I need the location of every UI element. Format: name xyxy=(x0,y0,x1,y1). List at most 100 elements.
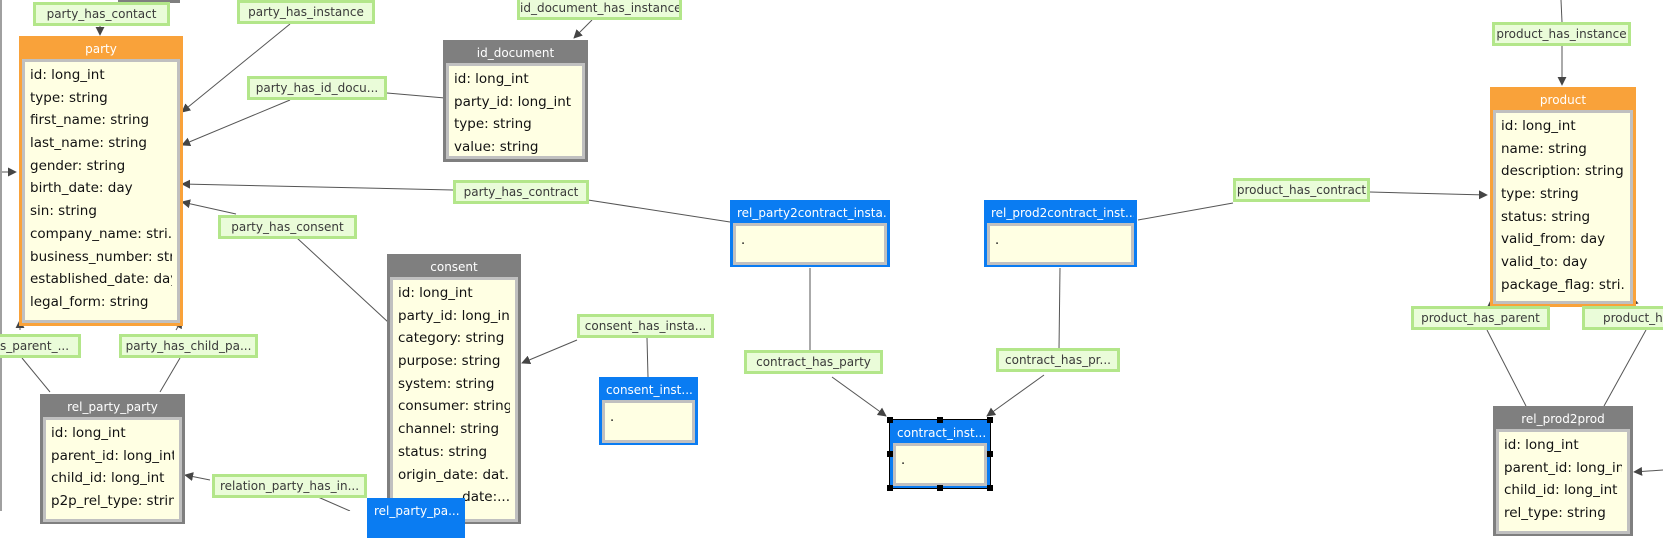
edge-party-has-parent-b xyxy=(21,357,51,393)
attribute: party_id: long_int xyxy=(454,93,572,110)
relationship-party-has-id-document[interactable]: party_has_id_docu... xyxy=(247,76,387,100)
entity-title: consent_inst... xyxy=(606,383,693,397)
entity-title: rel_party_pa... xyxy=(374,504,460,518)
attribute: id: long_int xyxy=(30,67,105,83)
attribute: last_name: string xyxy=(30,135,147,152)
attribute: package_flag: stri... xyxy=(1501,276,1625,293)
relationship-relation-party-has-instance[interactable]: relation_party_has_in... xyxy=(212,474,367,498)
attribute: party_id: long_int xyxy=(398,307,510,324)
attribute: company_name: stri... xyxy=(30,225,172,242)
entity-title: rel_party2contract_insta... xyxy=(737,206,887,220)
entity-consent[interactable]: consent id: long_int party_id: long_int … xyxy=(387,254,521,524)
attribute: channel: string xyxy=(398,421,500,438)
resize-handle-s[interactable] xyxy=(937,485,943,491)
entity-title: consent xyxy=(430,260,478,274)
resize-handle-ne[interactable] xyxy=(987,417,993,423)
attribute: business_number: str... xyxy=(30,248,172,265)
entity-title: rel_prod2contract_inst... xyxy=(991,206,1134,220)
attribute: system: string xyxy=(398,375,495,392)
relationship-consent-has-instance[interactable]: consent_has_insta... xyxy=(577,314,714,338)
entity-title: id_document xyxy=(476,46,555,60)
attribute: . xyxy=(741,233,746,248)
entity-rel-prod2contract-instance[interactable]: rel_prod2contract_inst... . xyxy=(984,200,1137,267)
attribute: first_name: string xyxy=(30,112,150,129)
entity-attributes: . xyxy=(893,443,987,486)
entity-consent-instance[interactable]: consent_inst... . xyxy=(599,377,698,445)
entity-product[interactable]: product id: long_int name: string descri… xyxy=(1490,87,1636,307)
edge-consent-has-instance-a xyxy=(521,339,578,365)
attribute: valid_from: day xyxy=(1501,231,1606,248)
attribute: . xyxy=(995,233,1000,248)
relationship-product-has-parent[interactable]: product_has_parent xyxy=(1411,306,1550,330)
entity-attributes: id: long_int party_id: long_int category… xyxy=(390,277,518,522)
entity-rel-party-pa[interactable]: rel_party_pa... xyxy=(367,498,465,538)
entity-title: party xyxy=(85,42,117,56)
attribute: consumer: string xyxy=(398,398,510,415)
attribute: child_id: long_int xyxy=(1504,482,1618,499)
edge-party-has-consent-a xyxy=(181,199,237,215)
attribute: type: string xyxy=(454,116,532,133)
resize-handle-se[interactable] xyxy=(987,485,993,491)
er-diagram-canvas[interactable]: party id: long_int type: string first_na… xyxy=(0,0,1663,538)
edge-contract-has-party xyxy=(831,376,887,417)
attribute: child_id: long_int xyxy=(51,470,165,487)
relationship-party-has-consent[interactable]: party_has_consent xyxy=(218,215,357,239)
edge-party-has-id-doc-b xyxy=(386,92,446,99)
relationship-party-has-contact[interactable]: party_has_contact xyxy=(33,2,170,26)
relationship-contract-has-party[interactable]: contract_has_party xyxy=(744,350,883,374)
attribute: parent_id: long_int xyxy=(1504,459,1622,476)
attribute: id: long_int xyxy=(1504,437,1579,453)
attribute: id: long_int xyxy=(454,71,529,87)
attribute: id: long_int xyxy=(51,425,126,441)
relationship-id-document-has-instance[interactable]: id_document_has_instance xyxy=(517,0,682,20)
edge-party-has-consent-b xyxy=(296,237,389,323)
entity-attributes: id: long_int name: string description: s… xyxy=(1493,110,1633,304)
attribute: id: long_int xyxy=(1501,118,1576,134)
entity-party[interactable]: party id: long_int type: string first_na… xyxy=(19,36,183,326)
entity-rel-prod2prod[interactable]: rel_prod2prod id: long_int parent_id: lo… xyxy=(1493,406,1633,536)
entity-attributes: . xyxy=(733,223,887,265)
attribute: rel_type: string xyxy=(1504,505,1606,522)
resize-handle-e[interactable] xyxy=(987,451,993,457)
relationship-product-has-instance[interactable]: product_has_instance xyxy=(1492,22,1631,46)
relationship-party-has-contract[interactable]: party_has_contract xyxy=(453,180,589,204)
entity-title: contract_inst... xyxy=(897,426,987,440)
entity-title: product xyxy=(1539,93,1587,107)
attribute: birth_date: day xyxy=(30,180,133,197)
entity-title: rel_party_party xyxy=(67,400,158,414)
entity-attributes: id: long_int parent_id: long_int child_i… xyxy=(1496,429,1630,534)
resize-handle-nw[interactable] xyxy=(887,417,893,423)
relationship-contract-has-product[interactable]: contract_has_pr... xyxy=(996,348,1120,372)
edge-prod2contract-contract-has-product xyxy=(1058,267,1061,350)
attribute: established_date: day xyxy=(30,271,172,288)
entity-rel-party2contract-instance[interactable]: rel_party2contract_insta... . xyxy=(730,200,890,267)
attribute: name: string xyxy=(1501,140,1587,157)
edge-rel-prod2prod-in xyxy=(1633,466,1663,476)
entity-title: rel_prod2prod xyxy=(1521,412,1605,426)
edge-party-has-contract-b xyxy=(587,199,731,223)
relationship-party-has-instance[interactable]: party_has_instance xyxy=(237,0,375,24)
attribute: status: string xyxy=(398,443,488,460)
edge-relation-party-has-instance-a xyxy=(184,472,211,482)
edge-party-has-id-doc-a xyxy=(181,99,291,147)
entity-attributes: id: long_int party_id: long_int type: st… xyxy=(446,63,585,159)
attribute: type: string xyxy=(30,89,108,106)
relationship-party-has-child-party[interactable]: party_has_child_pa... xyxy=(119,334,258,358)
relationship-party-has-parent[interactable]: s_parent_... xyxy=(0,334,81,358)
attribute: sin: string xyxy=(30,203,97,220)
relationship-product-has-contract[interactable]: product_has_contract xyxy=(1233,178,1370,202)
entity-contract-instance[interactable]: contract_inst... . xyxy=(889,419,991,489)
attribute: value: string xyxy=(454,139,539,156)
attribute: purpose: string xyxy=(398,353,501,370)
attribute: status: string xyxy=(1501,208,1591,225)
attribute: category: string xyxy=(398,330,505,347)
edge-contract-has-product xyxy=(986,374,1045,417)
resize-handle-w[interactable] xyxy=(887,451,893,457)
entity-id-document[interactable]: id_document id: long_int party_id: long_… xyxy=(443,40,588,162)
relationship-product-has-child[interactable]: product_ha xyxy=(1582,306,1663,330)
attribute: id: long_int xyxy=(398,285,473,301)
resize-handle-sw[interactable] xyxy=(887,485,893,491)
resize-handle-n[interactable] xyxy=(937,417,943,423)
edge-id-document-has-instance xyxy=(573,19,593,39)
entity-rel-party-party[interactable]: rel_party_party id: long_int parent_id: … xyxy=(40,394,185,524)
